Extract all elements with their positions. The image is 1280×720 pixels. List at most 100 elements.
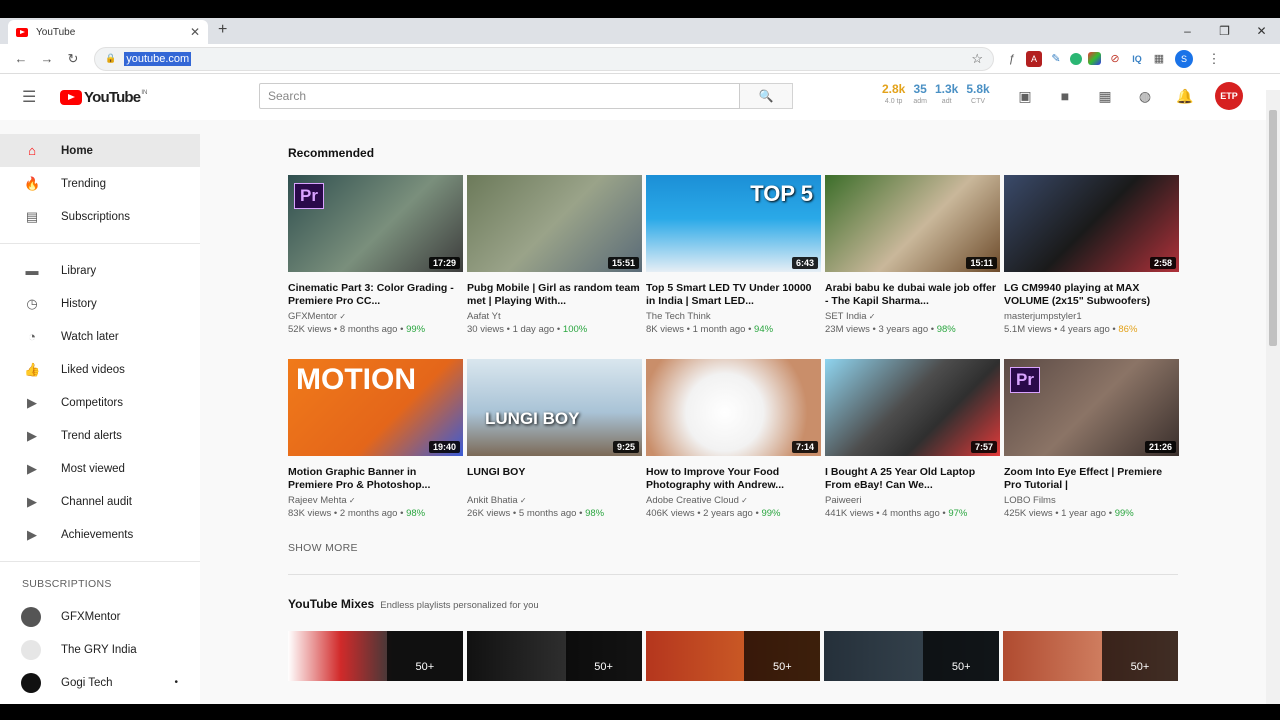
color-extension-icon[interactable] bbox=[1088, 52, 1101, 65]
video-card[interactable]: 15:51 Pubg Mobile | Girl as random team m… bbox=[467, 175, 642, 337]
apps-grid-icon[interactable]: ▦ bbox=[1096, 87, 1114, 105]
search-input[interactable] bbox=[259, 83, 740, 109]
create-video-icon[interactable]: ■ bbox=[1056, 87, 1074, 105]
grid-extension-icon[interactable]: ▦ bbox=[1151, 51, 1167, 67]
minimize-button[interactable]: – bbox=[1169, 18, 1206, 44]
channel-name[interactable]: Aafat Yt bbox=[467, 311, 642, 323]
video-thumbnail[interactable]: LUNGI BOY 9:25 bbox=[467, 359, 642, 456]
stop-extension-icon[interactable]: ⊘ bbox=[1107, 51, 1123, 67]
address-bar[interactable]: 🔒 youtube.com ☆ bbox=[94, 46, 994, 71]
video-card[interactable]: TOP 5 6:43 Top 5 Smart LED TV Under 10000 … bbox=[646, 175, 821, 337]
sidebar-item-history[interactable]: ◷ History bbox=[0, 287, 200, 320]
channel-name[interactable]: LOBO Films bbox=[1004, 495, 1179, 507]
stat-label: 4.0 tp bbox=[884, 98, 903, 105]
video-thumbnail[interactable]: TOP 5 6:43 bbox=[646, 175, 821, 272]
video-title[interactable]: LG CM9940 playing at MAX VOLUME (2x15" S… bbox=[1004, 282, 1179, 308]
page-scrollbar[interactable] bbox=[1266, 90, 1280, 704]
sidebar-item-subscriptions[interactable]: ▤ Subscriptions bbox=[0, 200, 200, 233]
sidebar-item-home[interactable]: ⌂ Home bbox=[0, 134, 200, 167]
notifications-bell-icon[interactable]: 🔔 bbox=[1176, 87, 1194, 105]
channel-name[interactable]: SET India ✓ bbox=[825, 311, 1000, 323]
close-tab-icon[interactable]: ✕ bbox=[190, 25, 200, 39]
green-extension-icon[interactable] bbox=[1070, 52, 1082, 65]
account-avatar[interactable]: ETP bbox=[1215, 82, 1243, 110]
mix-thumbnail[interactable]: 50+ bbox=[288, 631, 463, 681]
mix-thumbnail[interactable]: 50+ bbox=[466, 631, 642, 681]
sidebar-item-trend-alerts[interactable]: ▶ Trend alerts bbox=[0, 419, 200, 452]
video-card[interactable]: 2:58 LG CM9940 playing at MAX VOLUME (2x1… bbox=[1004, 175, 1179, 337]
video-title[interactable]: Pubg Mobile | Girl as random team met | … bbox=[467, 282, 642, 308]
video-card[interactable]: 7:57 I Bought A 25 Year Old Laptop From e… bbox=[825, 359, 1000, 521]
profile-icon[interactable]: S bbox=[1175, 49, 1193, 68]
masthead-actions: ▣ ■ ▦ ◍ 🔔 bbox=[1016, 87, 1194, 105]
scrollbar-thumb[interactable] bbox=[1269, 110, 1277, 346]
video-title[interactable]: LUNGI BOY bbox=[467, 466, 642, 492]
video-thumbnail[interactable]: Pr 17:29 bbox=[288, 175, 463, 272]
video-card[interactable]: MOTION 19:40 Motion Graphic Banner in Prem… bbox=[288, 359, 463, 521]
sidebar-item-library[interactable]: ▬ Library bbox=[0, 254, 200, 287]
channel-name[interactable]: Paiweeri bbox=[825, 495, 1000, 507]
sidebar-item-watch-later[interactable]: ◔ Watch later bbox=[0, 320, 200, 353]
video-title[interactable]: Motion Graphic Banner in Premiere Pro & … bbox=[288, 466, 463, 492]
hamburger-menu-icon[interactable]: ☰ bbox=[22, 87, 44, 107]
mixes-heading: YouTube Mixes Endless playlists personali… bbox=[288, 597, 1178, 611]
video-thumbnail[interactable]: 15:11 bbox=[825, 175, 1000, 272]
youtube-logo[interactable]: YouTube IN bbox=[60, 89, 147, 106]
channel-name[interactable]: Rajeev Mehta ✓ bbox=[288, 495, 463, 507]
sidebar-item-achievements[interactable]: ▶ Achievements bbox=[0, 518, 200, 551]
video-card[interactable]: LUNGI BOY 9:25 LUNGI BOY Ankit Bhatia ✓ 26K … bbox=[467, 359, 642, 521]
channel-name[interactable]: The Tech Think bbox=[646, 311, 821, 323]
video-card[interactable]: Pr 17:29 Cinematic Part 3: Color Grading -… bbox=[288, 175, 463, 337]
vidiq-extension-icon[interactable]: IQ bbox=[1129, 51, 1145, 67]
video-title[interactable]: Top 5 Smart LED TV Under 10000 in India … bbox=[646, 282, 821, 308]
forward-arrow-icon[interactable]: → bbox=[34, 51, 60, 66]
back-arrow-icon[interactable]: ← bbox=[8, 51, 34, 66]
video-thumbnail[interactable]: 7:57 bbox=[825, 359, 1000, 456]
video-meta: 441K views • 4 months ago • 97% bbox=[825, 507, 1000, 521]
menu-dots-icon[interactable]: ⋮ bbox=[1201, 51, 1227, 67]
close-window-button[interactable]: ✕ bbox=[1243, 18, 1280, 44]
channel-name[interactable]: masterjumpstyler1 bbox=[1004, 311, 1179, 323]
video-thumbnail[interactable]: 15:51 bbox=[467, 175, 642, 272]
channel-name[interactable]: Adobe Creative Cloud ✓ bbox=[646, 495, 821, 507]
video-title[interactable]: I Bought A 25 Year Old Laptop From eBay!… bbox=[825, 466, 1000, 492]
video-thumbnail[interactable]: Pr 21:26 bbox=[1004, 359, 1179, 456]
sidebar-item-most-viewed[interactable]: ▶ Most viewed bbox=[0, 452, 200, 485]
video-card[interactable]: Pr 21:26 Zoom Into Eye Effect | Premiere P… bbox=[1004, 359, 1179, 521]
mix-thumbnail[interactable]: 50+ bbox=[824, 631, 1000, 681]
formula-extension-icon[interactable]: ƒ bbox=[1004, 51, 1020, 67]
sidebar-item-trending[interactable]: 🔥 Trending bbox=[0, 167, 200, 200]
video-thumbnail[interactable]: 2:58 bbox=[1004, 175, 1179, 272]
bookmark-star-icon[interactable]: ☆ bbox=[971, 51, 983, 67]
video-card[interactable]: 7:14 How to Improve Your Food Photography… bbox=[646, 359, 821, 521]
mix-thumbnail[interactable]: 50+ bbox=[1003, 631, 1178, 681]
messages-icon[interactable]: ◍ bbox=[1136, 87, 1154, 105]
reload-icon[interactable]: ↻ bbox=[60, 51, 86, 67]
video-title[interactable]: Zoom Into Eye Effect | Premiere Pro Tuto… bbox=[1004, 466, 1179, 492]
pdf-extension-icon[interactable]: A bbox=[1026, 50, 1042, 67]
video-thumbnail[interactable]: MOTION 19:40 bbox=[288, 359, 463, 456]
vidiq-box-icon[interactable]: ▣ bbox=[1016, 87, 1034, 105]
browser-tab[interactable]: YouTube ✕ bbox=[8, 20, 208, 44]
eyedropper-extension-icon[interactable]: ✎ bbox=[1048, 51, 1064, 67]
url-text[interactable]: youtube.com bbox=[124, 51, 192, 66]
channel-name[interactable]: Ankit Bhatia ✓ bbox=[467, 495, 642, 507]
video-card[interactable]: 15:11 Arabi babu ke dubai wale job offer … bbox=[825, 175, 1000, 337]
video-meta: 52K views • 8 months ago • 99% bbox=[288, 323, 463, 337]
subscription-channel[interactable]: Gogi Tech • bbox=[0, 666, 200, 699]
new-tab-button[interactable]: + bbox=[218, 21, 227, 39]
mix-thumbnail[interactable]: 50+ bbox=[645, 631, 821, 681]
show-more-button[interactable]: SHOW MORE bbox=[288, 542, 1178, 554]
video-title[interactable]: How to Improve Your Food Photography wit… bbox=[646, 466, 821, 492]
channel-name[interactable]: GFXMentor ✓ bbox=[288, 311, 463, 323]
search-button[interactable]: 🔍 bbox=[740, 83, 793, 109]
video-title[interactable]: Arabi babu ke dubai wale job offer - The… bbox=[825, 282, 1000, 308]
video-thumbnail[interactable]: 7:14 bbox=[646, 359, 821, 456]
subscription-channel[interactable]: The GRY India bbox=[0, 633, 200, 666]
sidebar-item-competitors[interactable]: ▶ Competitors bbox=[0, 386, 200, 419]
maximize-button[interactable]: ❐ bbox=[1206, 18, 1243, 44]
sidebar-item-channel-audit[interactable]: ▶ Channel audit bbox=[0, 485, 200, 518]
video-title[interactable]: Cinematic Part 3: Color Grading - Premie… bbox=[288, 282, 463, 308]
sidebar-item-liked-videos[interactable]: 👍 Liked videos bbox=[0, 353, 200, 386]
subscription-channel[interactable]: GFXMentor bbox=[0, 600, 200, 633]
